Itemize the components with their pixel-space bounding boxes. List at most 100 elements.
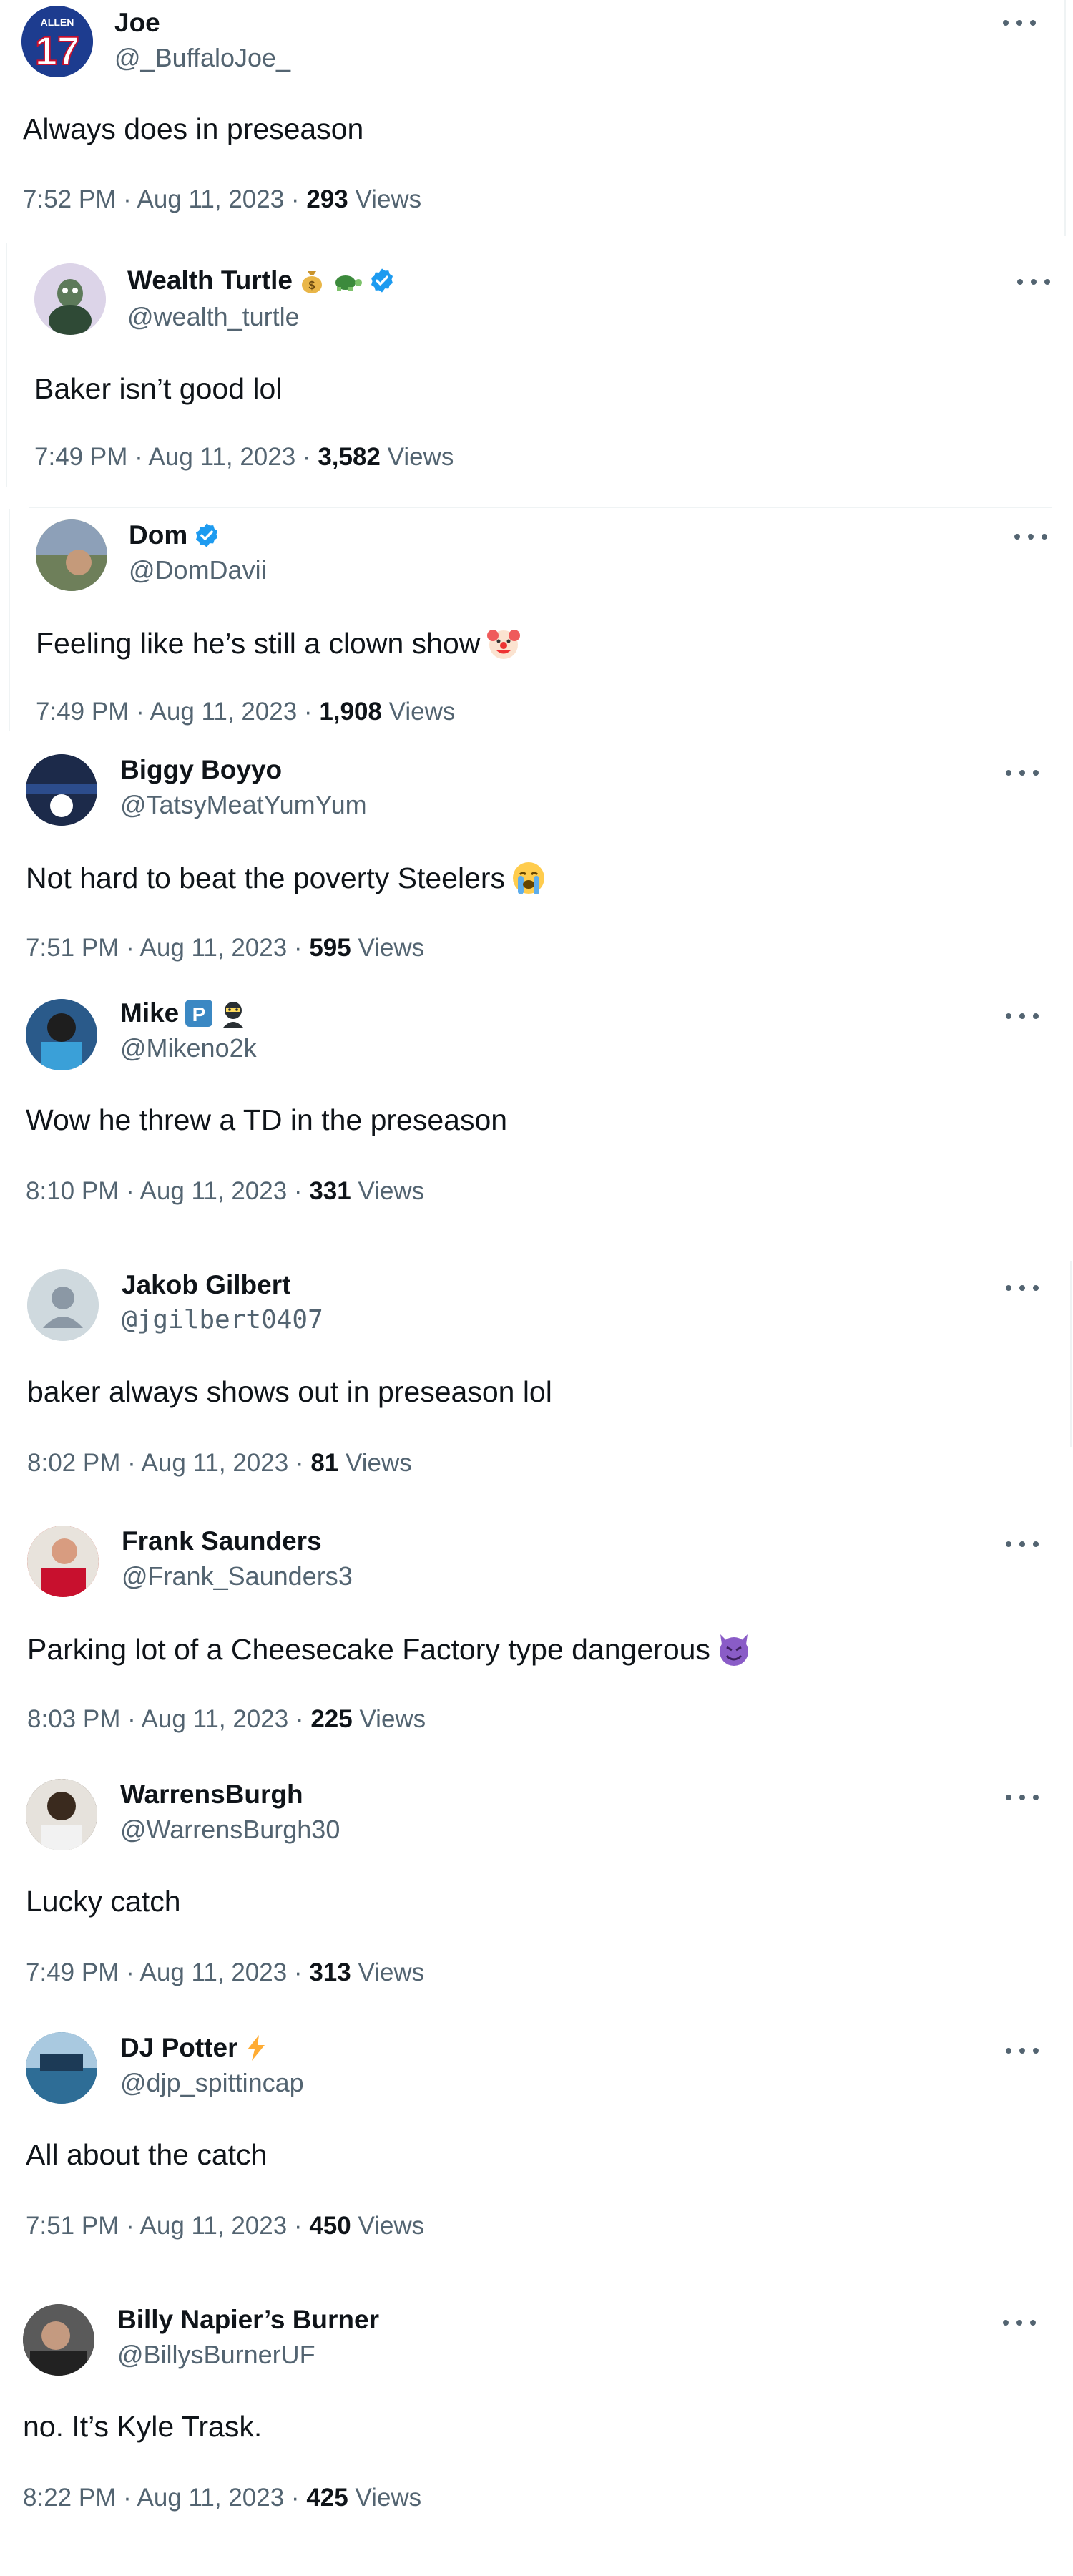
avatar[interactable] [34,263,106,335]
date[interactable]: Aug 11, 2023 [149,443,296,471]
display-name[interactable]: Dom [129,519,220,551]
avatar[interactable]: ALLEN 17 [21,6,93,77]
view-count: 81 [310,1449,339,1477]
avatar[interactable] [26,754,97,826]
username-handle[interactable]: @Frank_Saunders3 [122,1561,353,1591]
display-name[interactable]: Frank Saunders [122,1526,322,1557]
display-name[interactable]: Mike P [120,997,248,1029]
loudly-crying-face-icon [513,862,545,894]
timestamp[interactable]: 8:10 PM [26,1177,119,1205]
date[interactable]: Aug 11, 2023 [140,1958,288,1986]
more-options-button[interactable] [1006,1012,1039,1020]
views-label: Views [387,443,454,471]
username-handle[interactable]: @_BuffaloJoe_ [114,43,290,73]
view-count: 450 [309,2212,351,2240]
display-name[interactable]: WarrensBurgh [120,1779,303,1810]
tweet-meta: 8:03 PM · Aug 11, 2023 · 225 Views [27,1705,426,1733]
timestamp[interactable]: 7:49 PM [36,698,129,726]
default-profile-icon [27,1269,99,1341]
timestamp[interactable]: 8:03 PM [27,1705,120,1733]
username-handle[interactable]: @DomDavii [129,555,267,585]
tweet[interactable]: WarrensBurgh @WarrensBurgh30 Lucky catch… [0,1770,1073,2006]
avatar[interactable] [26,999,97,1070]
date[interactable]: Aug 11, 2023 [142,1705,289,1733]
tweet-text: Parking lot of a Cheesecake Factory type… [27,1630,753,1669]
photo-avatar-icon [27,1526,99,1597]
more-options-button[interactable] [1003,19,1036,27]
username-handle[interactable]: @djp_spittincap [120,2068,304,2098]
timestamp[interactable]: 7:51 PM [26,2212,119,2240]
verified-badge-icon[interactable] [368,267,396,294]
svg-text:17: 17 [35,28,79,73]
avatar[interactable] [23,2304,94,2376]
date[interactable]: Aug 11, 2023 [142,1449,289,1477]
tweet-text: Lucky catch [26,1885,181,1918]
username-handle[interactable]: @wealth_turtle [127,302,300,332]
display-name[interactable]: Billy Napier’s Burner [117,2304,379,2336]
more-options-button[interactable] [1014,532,1047,541]
more-options-button[interactable] [1006,1540,1039,1548]
views-label: Views [358,2212,425,2240]
photo-avatar-icon [26,999,97,1070]
display-name[interactable]: Joe [114,7,160,39]
svg-text:P: P [192,1003,206,1025]
date[interactable]: Aug 11, 2023 [137,185,285,213]
display-name[interactable]: Biggy Boyyo [120,754,282,786]
timestamp[interactable]: 7:52 PM [23,185,116,213]
tweet[interactable]: Billy Napier’s Burner @BillysBurnerUF no… [0,2296,1073,2532]
views-label: Views [355,185,422,213]
lightning-icon [248,2035,265,2061]
tweet[interactable]: ALLEN 17 Joe @_BuffaloJoe_ Always does i… [0,0,1073,236]
views-label: Views [388,698,456,726]
display-name-text: Frank Saunders [122,1526,322,1556]
timestamp[interactable]: 7:51 PM [26,934,119,962]
tweet[interactable]: Wealth Turtle $ @wealth_turtle Baker isn… [7,243,1066,501]
avatar[interactable] [36,519,107,591]
tweet[interactable]: Jakob Gilbert @jgilbert0407 baker always… [0,1261,1073,1497]
date[interactable]: Aug 11, 2023 [137,2484,285,2512]
tweet-text: All about the catch [26,2138,268,2171]
tweet-meta: 7:51 PM · Aug 11, 2023 · 450 Views [26,2212,425,2240]
more-options-button[interactable] [1006,1284,1039,1292]
display-name-text: Jakob Gilbert [122,1270,291,1299]
more-options-button[interactable] [1017,278,1050,286]
photo-avatar-icon [26,754,97,826]
more-options-button[interactable] [1003,2318,1036,2327]
avatar[interactable] [26,1779,97,1850]
tweet[interactable]: Biggy Boyyo @TatsyMeatYumYum Not hard to… [0,746,1073,982]
tweet[interactable]: Mike P @Mikeno2k Wow he threw a TD in th… [0,989,1073,1225]
timestamp[interactable]: 8:02 PM [27,1449,120,1477]
username-handle[interactable]: @jgilbert0407 [122,1305,323,1335]
more-options-button[interactable] [1006,2046,1039,2055]
tweet-text: Always does in preseason [23,112,364,145]
timestamp[interactable]: 7:49 PM [34,443,127,471]
date[interactable]: Aug 11, 2023 [140,934,288,962]
verified-badge-icon[interactable] [193,522,220,549]
date[interactable]: Aug 11, 2023 [140,1177,288,1205]
username-handle[interactable]: @Mikeno2k [120,1033,257,1063]
timestamp[interactable]: 8:22 PM [23,2484,116,2512]
avatar[interactable] [27,1526,99,1597]
username-handle[interactable]: @WarrensBurgh30 [120,1815,340,1845]
reply-feed: ALLEN 17 Joe @_BuffaloJoe_ Always does i… [0,0,1073,2576]
date[interactable]: Aug 11, 2023 [140,2212,288,2240]
display-name[interactable]: Jakob Gilbert [122,1269,290,1301]
tweet-meta: 7:49 PM · Aug 11, 2023 · 1,908 Views [36,698,456,726]
view-count: 425 [306,2484,348,2512]
display-name[interactable]: DJ Potter [120,2032,269,2064]
tweet[interactable]: Dom @DomDavii Feeling like he’s still a … [10,509,1066,746]
avatar[interactable] [27,1269,99,1341]
tweet[interactable]: DJ Potter @djp_spittincap All about the … [0,2024,1073,2260]
username-handle[interactable]: @BillysBurnerUF [117,2340,315,2370]
timestamp[interactable]: 7:49 PM [26,1958,119,1986]
date[interactable]: Aug 11, 2023 [150,698,298,726]
more-options-button[interactable] [1006,1793,1039,1802]
display-name[interactable]: Wealth Turtle $ [127,265,396,296]
avatar[interactable] [26,2032,97,2104]
tweet[interactable]: Frank Saunders @Frank_Saunders3 Parking … [0,1517,1073,1753]
view-count: 293 [306,185,348,213]
divider [29,507,1052,508]
display-name-text: WarrensBurgh [120,1780,303,1809]
more-options-button[interactable] [1006,769,1039,777]
username-handle[interactable]: @TatsyMeatYumYum [120,790,367,820]
